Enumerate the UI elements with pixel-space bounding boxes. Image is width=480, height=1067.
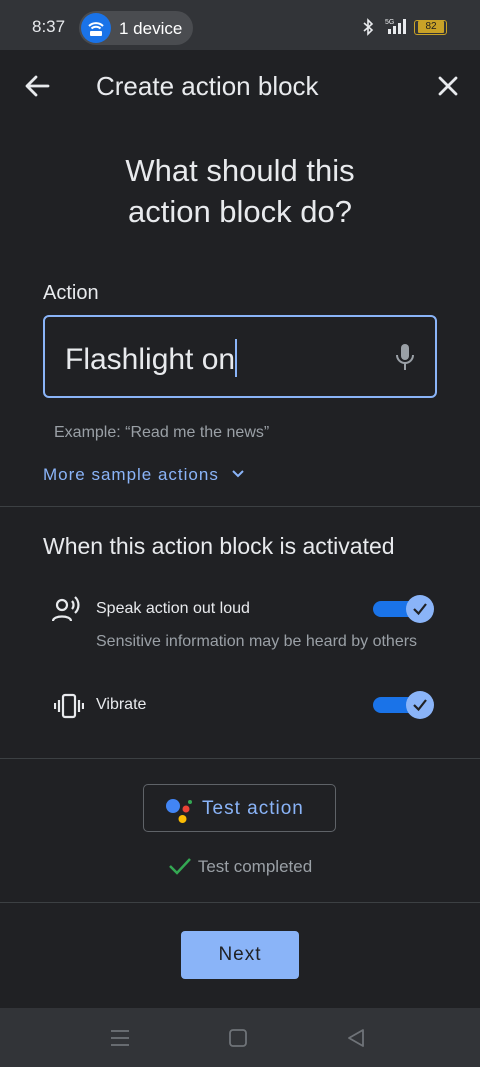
system-nav-bar	[0, 1008, 480, 1067]
heading-line-1: What should this	[125, 153, 355, 188]
test-action-button[interactable]: Test action	[143, 784, 336, 832]
network-type-label: 5G	[385, 19, 394, 26]
action-input-value[interactable]: Flashlight on	[65, 339, 238, 377]
next-button-label: Next	[218, 944, 262, 965]
check-icon	[413, 603, 427, 616]
vibrate-toggle[interactable]	[373, 690, 435, 720]
heading-line-2: action block do?	[127, 194, 353, 229]
google-assistant-icon	[166, 799, 192, 823]
test-status-text: Test completed	[197, 857, 313, 876]
check-icon	[413, 699, 427, 712]
section-divider	[0, 758, 480, 759]
connected-devices-pill[interactable]: 1 device	[79, 11, 193, 45]
toggle-knob	[406, 691, 434, 719]
app-bar: Create action block	[0, 50, 480, 122]
page-heading: What should this action block do?	[0, 150, 480, 232]
test-status: Test completed	[0, 856, 480, 877]
vibrate-label: Vibrate	[96, 696, 147, 713]
arrow-back-icon	[25, 75, 50, 97]
toggle-knob	[406, 595, 434, 623]
section-divider	[0, 902, 480, 903]
status-bar: 8:37 1 device 5G 82	[0, 0, 480, 50]
home-icon[interactable]	[226, 1026, 250, 1050]
test-action-label: Test action	[202, 798, 304, 819]
device-count-label: 1 device	[119, 19, 183, 38]
bluetooth-icon	[363, 18, 374, 36]
battery-icon: 82	[414, 20, 447, 35]
speak-out-loud-sublabel: Sensitive information may be heard by ot…	[96, 633, 418, 650]
action-input-text: Flashlight on	[65, 343, 236, 376]
battery-level: 82	[418, 21, 444, 33]
action-input[interactable]: Flashlight on	[43, 315, 437, 398]
action-field-label: Action	[43, 282, 99, 304]
close-icon	[438, 76, 458, 96]
mic-icon[interactable]	[395, 342, 415, 372]
checkmark-icon	[168, 858, 191, 875]
activation-section-title: When this action block is activated	[43, 533, 395, 559]
chevron-down-icon[interactable]	[230, 466, 246, 482]
back-button[interactable]	[18, 66, 58, 106]
page-title: Create action block	[96, 71, 319, 101]
recents-icon[interactable]	[108, 1026, 132, 1050]
status-time: 8:37	[32, 17, 66, 36]
record-voice-icon	[52, 596, 80, 622]
more-sample-actions-link[interactable]: More sample actions	[43, 465, 219, 485]
speak-out-loud-toggle[interactable]	[373, 594, 435, 624]
wifi-hotspot-icon	[81, 13, 111, 43]
vibration-icon	[54, 693, 84, 719]
section-divider	[0, 506, 480, 507]
close-button[interactable]	[428, 66, 468, 106]
text-caret	[235, 339, 238, 377]
signal-icon: 5G	[385, 19, 406, 34]
back-nav-icon[interactable]	[344, 1026, 368, 1050]
speak-out-loud-label: Speak action out loud	[96, 600, 250, 617]
action-helper-text: Example: “Read me the news”	[54, 424, 270, 441]
next-button[interactable]: Next	[181, 931, 299, 979]
